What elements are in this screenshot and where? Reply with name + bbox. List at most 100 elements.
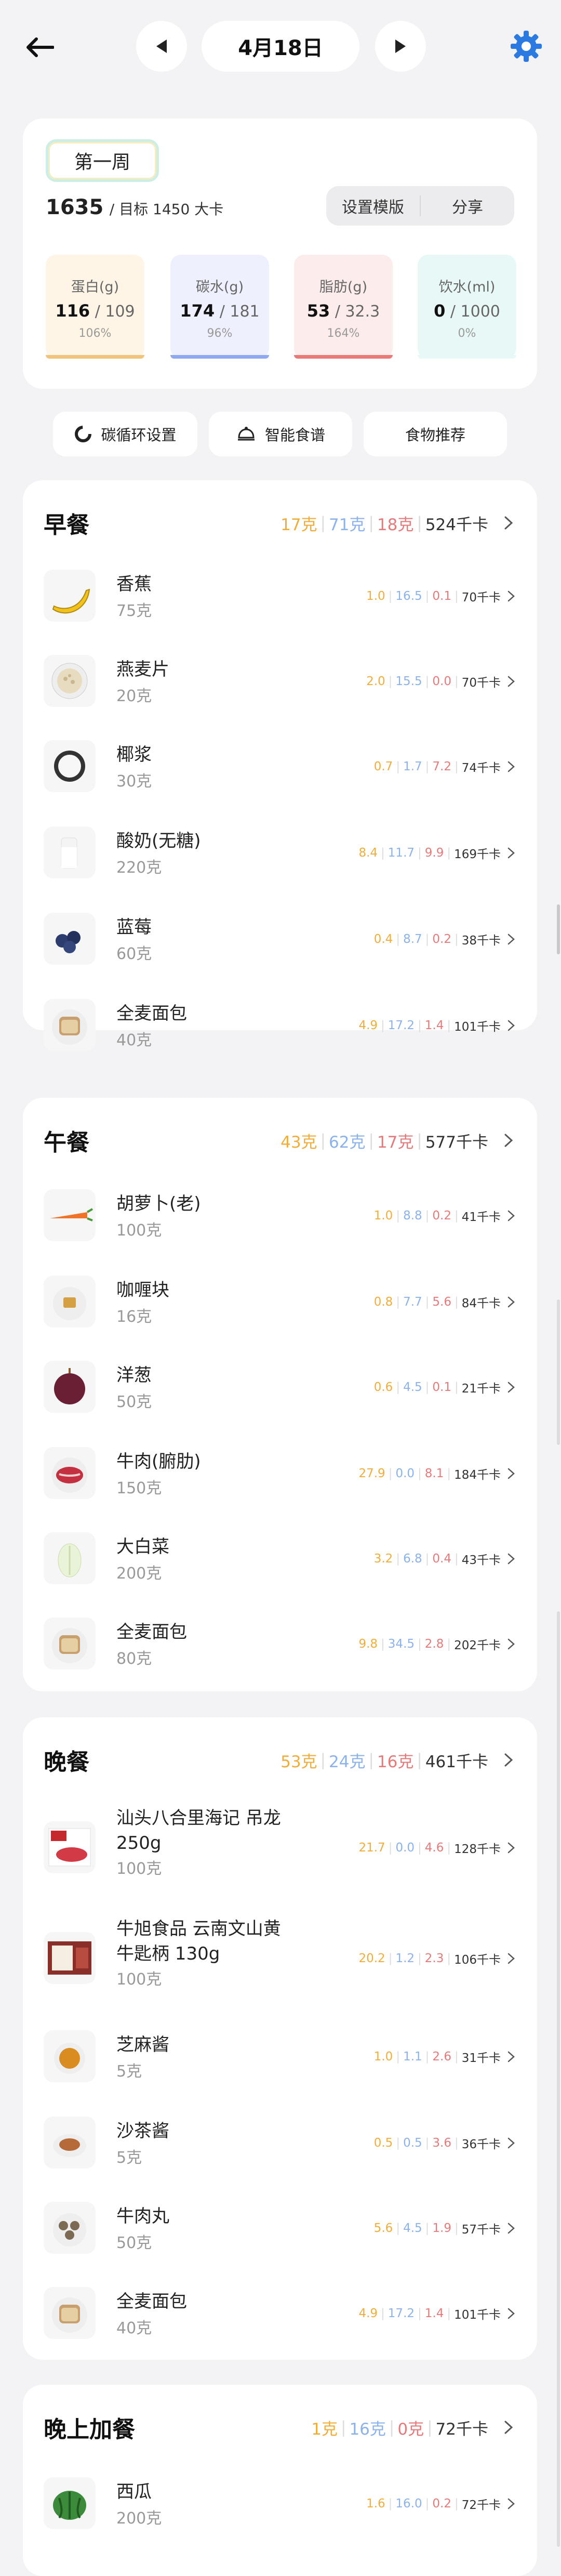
chevron-right-icon (507, 2223, 515, 2234)
food-fat: 1.9 (432, 2222, 451, 2235)
food-thumbnail (44, 1361, 96, 1413)
meal-protein: 43克 (280, 1133, 317, 1152)
food-kcal: 74千卡 (461, 761, 501, 775)
food-amount: 220克 (116, 859, 162, 877)
summary-actions: 设置模版 分享 (326, 186, 514, 226)
macro-value-line: 0 / 1000 (434, 301, 500, 321)
food-amount: 150克 (116, 1479, 162, 1497)
set-template-button[interactable]: 设置模版 (326, 186, 420, 226)
food-fat: 4.6 (424, 1841, 444, 1855)
meal-fat: 0克 (397, 2420, 424, 2439)
food-thumbnail (44, 2477, 96, 2529)
meal-header[interactable]: 午餐 43克 | 62克 | 17克 | 577千卡 (44, 1120, 516, 1161)
food-carb: 1.2 (395, 1952, 415, 1965)
food-name: 全麦面包 (116, 1622, 187, 1642)
share-button[interactable]: 分享 (421, 186, 514, 226)
macro-tile[interactable]: 碳水(g) 174 / 181 96% (170, 255, 269, 359)
macro-tile[interactable]: 脂肪(g) 53 / 32.3 164% (294, 255, 393, 359)
chevron-right-icon (507, 1638, 515, 1650)
smart-recipe-button[interactable]: 智能食谱 (209, 412, 352, 456)
food-protein: 1.0 (366, 589, 385, 603)
food-carb: 7.7 (403, 1295, 422, 1309)
carrot-icon (50, 1208, 94, 1221)
food-carb: 8.7 (403, 932, 422, 946)
food-protein: 27.9 (358, 1467, 385, 1480)
meal-card: 晚上加餐 1克 | 16克 | 0克 | 72千卡 西瓜 200克 1.6 | 16.0… (23, 2385, 537, 2576)
food-thumbnail (44, 1447, 96, 1499)
meal-title: 早餐 (44, 512, 89, 538)
next-day-button[interactable] (375, 21, 426, 72)
chevron-right-icon (507, 1953, 515, 1964)
macro-bar (170, 355, 269, 359)
food-name: 全麦面包 (116, 2291, 187, 2312)
food-name: 洋葱 (116, 1365, 152, 1386)
macro-value: 116 (55, 301, 90, 321)
settings-button[interactable] (503, 23, 550, 70)
macro-tile[interactable]: 蛋白(g) 116 / 109 106% (46, 255, 144, 359)
food-thumbnail (44, 655, 96, 707)
food-amount: 40克 (116, 2319, 152, 2337)
food-carb: 0.0 (395, 1841, 415, 1855)
macro-value-line: 174 / 181 (180, 301, 259, 321)
food-thumbnail (44, 2030, 96, 2082)
meal-header[interactable]: 早餐 17克 | 71克 | 18克 | 524千卡 (44, 502, 516, 544)
food-kcal: 36千卡 (461, 2138, 501, 2151)
macro-total: / 181 (219, 303, 260, 321)
food-carb: 15.5 (395, 675, 422, 688)
meal-header[interactable]: 晚上加餐 1克 | 16克 | 0克 | 72千卡 (44, 2407, 516, 2448)
food-amount: 5克 (116, 2149, 142, 2167)
food-kcal: 184千卡 (454, 1468, 501, 1482)
food-thumbnail (44, 570, 96, 622)
chevron-right-icon (507, 1842, 515, 1854)
chevron-right-icon (507, 934, 515, 945)
macro-percent: 106% (78, 327, 112, 340)
food-fat: 0.2 (432, 932, 451, 946)
yogurt-icon (61, 837, 77, 869)
food-fat: 0.1 (432, 1381, 451, 1394)
scrollbar-track (557, 1299, 560, 1445)
back-button[interactable] (19, 29, 60, 65)
food-amount: 30克 (116, 772, 152, 791)
food-fat: 7.2 (432, 760, 451, 773)
food-thumbnail (44, 1932, 96, 1984)
cycle-icon (75, 426, 92, 442)
chevron-right-icon (507, 2051, 515, 2062)
macro-total: / 109 (95, 303, 135, 321)
week-badge[interactable]: 第一周 (46, 139, 159, 182)
meal-summary: 53克 | 24克 | 16克 | 461千卡 (280, 1749, 516, 1772)
meal-kcal: 461千卡 (425, 1752, 488, 1771)
meal-protein: 1克 (311, 2420, 338, 2439)
food-amount: 80克 (116, 1650, 152, 1668)
onion-icon (54, 1368, 85, 1404)
food-amount: 75克 (116, 602, 152, 620)
food-recommend-button[interactable]: 食物推荐 (364, 412, 507, 456)
food-carb: 34.5 (388, 1637, 415, 1651)
date-selector[interactable]: 4月18日 (202, 21, 359, 72)
meal-fat: 16克 (377, 1752, 414, 1771)
macro-value-line: 116 / 109 (55, 301, 135, 321)
food-fat: 1.4 (424, 1019, 444, 1032)
food-kcal: 84千卡 (461, 1297, 501, 1310)
food-kcal: 41千卡 (461, 1211, 501, 1224)
macro-title: 脂肪(g) (319, 279, 368, 295)
watermelon-icon (53, 2491, 86, 2520)
meal-header[interactable]: 晚餐 53克 | 24克 | 16克 | 461千卡 (44, 1739, 516, 1781)
food-nutrients: 0.5 | 0.5 | 3.6 | 36千卡 (374, 2134, 516, 2152)
food-name: 芝麻酱 (116, 2034, 169, 2055)
macro-title: 饮水(ml) (438, 279, 496, 295)
food-amount: 100克 (116, 1860, 162, 1878)
macro-tile[interactable]: 饮水(ml) 0 / 1000 0% (418, 255, 516, 359)
carb-cycle-button[interactable]: 碳循环设置 (53, 412, 197, 456)
triangle-right-icon (395, 40, 406, 53)
meal-title: 晚餐 (44, 1749, 89, 1776)
curry-icon (53, 1287, 86, 1320)
chevron-right-icon (507, 590, 515, 602)
food-protein: 4.9 (358, 1019, 378, 1032)
scrollbar[interactable] (557, 904, 560, 954)
food-carb: 17.2 (388, 1019, 415, 1032)
smart-recipe-label: 智能食谱 (264, 426, 325, 444)
meal-card: 早餐 17克 | 71克 | 18克 | 524千卡 香蕉 75克 1.0 | 16.5… (23, 480, 537, 1051)
prev-day-button[interactable] (136, 21, 187, 72)
food-kcal: 101千卡 (454, 1020, 501, 1034)
food-protein: 2.0 (366, 675, 385, 688)
